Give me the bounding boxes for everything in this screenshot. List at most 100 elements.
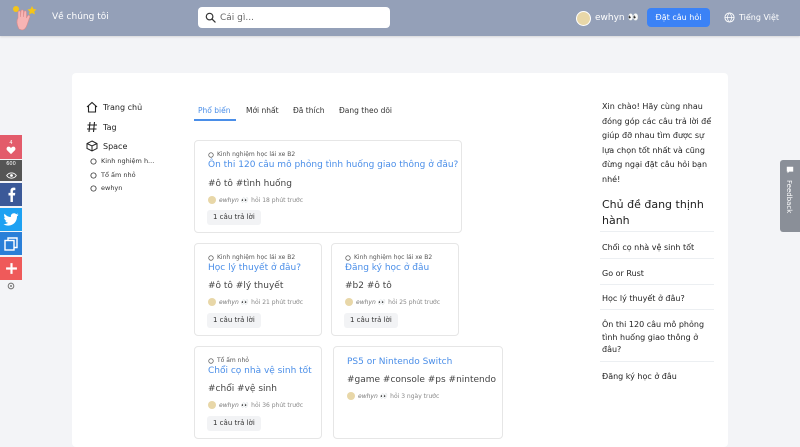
chat-icon xyxy=(786,166,794,174)
nav-space-item-label: Kinh nghiệm h... xyxy=(101,157,155,165)
answer-count-button[interactable]: 1 câu trả lời xyxy=(207,416,261,431)
nav-space-item[interactable]: Kinh nghiệm h... xyxy=(90,157,154,165)
avatar xyxy=(576,10,591,26)
divider xyxy=(600,231,714,232)
question-tags[interactable]: #game #console #ps #nintendo xyxy=(347,375,496,385)
top-header: Về chúng tôi ewhyn 👀 Đặt câu hỏi Tiếng V… xyxy=(0,0,800,36)
question-space[interactable]: Kinh nghiệm học lái xe B2 xyxy=(208,254,295,261)
trending-topic-link[interactable]: Ôn thi 120 câu mô phỏng tình huống giao … xyxy=(602,319,714,357)
eye-icon xyxy=(5,171,17,179)
heart-icon xyxy=(6,146,16,154)
question-time: hỏi 21 phút trước xyxy=(251,298,303,306)
trending-topic-link[interactable]: Đăng ký học ở đâu xyxy=(602,371,714,384)
question-space-label: Tổ ấm nhỏ xyxy=(217,357,249,364)
avatar xyxy=(208,196,216,204)
question-title[interactable]: Chổi cọ nhà vệ sinh tốt xyxy=(208,366,312,376)
logo-hand-icon[interactable] xyxy=(10,3,40,33)
question-card[interactable]: Kinh nghiệm học lái xe B2 Ôn thi 120 câu… xyxy=(194,140,462,233)
feedback-label: Feedback xyxy=(785,180,793,214)
question-meta: ewhyn 👀 hỏi 25 phút trước xyxy=(345,298,440,306)
language-label: Tiếng Việt xyxy=(739,13,780,22)
question-space[interactable]: Tổ ấm nhỏ xyxy=(208,357,249,364)
tab-popular[interactable]: Phổ biến xyxy=(198,106,230,115)
question-tags[interactable]: #ô tô #lý thuyết xyxy=(208,281,283,291)
view-count: 600 xyxy=(0,160,22,169)
question-space-label: Kinh nghiệm học lái xe B2 xyxy=(217,151,296,158)
question-tags[interactable]: #ô tô #tình huống xyxy=(208,179,292,189)
question-meta: ewhyn 👀 hỏi 21 phút trước xyxy=(208,298,303,306)
divider xyxy=(600,361,714,362)
eye-badge xyxy=(0,169,22,181)
answer-count-button[interactable]: 1 câu trả lời xyxy=(207,313,261,328)
question-time: hỏi 18 phút trước xyxy=(251,196,303,204)
active-tab-indicator xyxy=(194,119,236,121)
question-time: hỏi 25 phút trước xyxy=(388,298,440,306)
question-title[interactable]: PS5 or Nintendo Switch xyxy=(347,357,452,367)
tab-liked[interactable]: Đã thích xyxy=(293,106,324,115)
question-card[interactable]: Kinh nghiệm học lái xe B2 Đăng ký học ở … xyxy=(331,243,459,336)
question-meta: ewhyn 👀 hỏi 3 ngày trước xyxy=(347,392,439,400)
author-name[interactable]: ewhyn 👀 xyxy=(358,393,387,400)
facebook-share-button[interactable] xyxy=(0,183,22,206)
author-name[interactable]: ewhyn 👀 xyxy=(219,299,248,306)
twitter-share-button[interactable] xyxy=(0,208,22,231)
question-time: hỏi 3 ngày trước xyxy=(390,392,440,400)
feedback-tab[interactable]: Feedback xyxy=(780,160,800,232)
welcome-message: Xin chào! Hãy cùng nhau đóng góp các câu… xyxy=(602,102,712,184)
trending-topics-title: Chủ đề đang thịnh hành xyxy=(602,198,704,227)
answer-count-button[interactable]: 1 câu trả lời xyxy=(344,313,398,328)
question-tags[interactable]: #chổi #vệ sinh xyxy=(208,384,277,394)
divider xyxy=(600,284,714,285)
like-button[interactable]: 4 xyxy=(0,135,22,159)
space-icon xyxy=(208,254,214,261)
nav-tag[interactable]: Tag xyxy=(86,121,117,133)
question-card[interactable]: Tổ ấm nhỏ Chổi cọ nhà vệ sinh tốt #chổi … xyxy=(194,346,322,439)
question-tags[interactable]: #b2 #ô tô xyxy=(345,281,392,291)
tab-newest[interactable]: Mới nhất xyxy=(246,106,279,115)
trending-topic-link[interactable]: Go or Rust xyxy=(602,268,714,281)
facebook-icon xyxy=(8,187,15,202)
nav-home-label: Trang chủ xyxy=(103,102,143,112)
space-icon xyxy=(345,254,351,261)
space-icon xyxy=(90,157,97,165)
share-settings-button[interactable] xyxy=(0,281,22,291)
answer-count-button[interactable]: 1 câu trả lời xyxy=(207,210,261,225)
author-name[interactable]: ewhyn 👀 xyxy=(356,299,385,306)
search-box[interactable] xyxy=(198,7,390,28)
trending-topic-link[interactable]: Chổi cọ nhà vệ sinh tốt xyxy=(602,242,714,255)
copy-link-button[interactable] xyxy=(0,232,22,255)
nav-space[interactable]: Space xyxy=(86,140,127,152)
trending-topic-link[interactable]: Học lý thuyết ở đâu? xyxy=(602,293,714,306)
author-name[interactable]: ewhyn 👀 xyxy=(219,402,248,409)
about-us-link[interactable]: Về chúng tôi xyxy=(52,12,109,22)
nav-space-label: Space xyxy=(103,141,128,151)
language-switcher[interactable]: Tiếng Việt xyxy=(724,12,779,23)
space-icon xyxy=(90,171,97,179)
space-icon xyxy=(208,151,214,158)
nav-space-item[interactable]: ewhyn xyxy=(90,184,122,192)
more-share-button[interactable] xyxy=(0,257,22,280)
question-space[interactable]: Kinh nghiệm học lái xe B2 xyxy=(208,151,295,158)
nav-home[interactable]: Trang chủ xyxy=(86,101,142,113)
search-input[interactable] xyxy=(220,10,380,25)
question-title[interactable]: Ôn thi 120 câu mô phỏng tình huống giao … xyxy=(208,160,458,170)
question-time: hỏi 36 phút trước xyxy=(251,401,303,409)
nav-space-item[interactable]: Tổ ấm nhỏ xyxy=(90,171,136,179)
question-card[interactable]: Kinh nghiệm học lái xe B2 Học lý thuyết … xyxy=(194,243,322,336)
question-meta: ewhyn 👀 hỏi 36 phút trước xyxy=(208,401,303,409)
hashtag-icon xyxy=(87,121,97,133)
ask-question-button[interactable]: Đặt câu hỏi xyxy=(647,8,710,27)
question-space-label: Kinh nghiệm học lái xe B2 xyxy=(354,254,433,261)
question-card[interactable]: PS5 or Nintendo Switch #game #console #p… xyxy=(333,346,503,439)
question-space[interactable]: Kinh nghiệm học lái xe B2 xyxy=(345,254,432,261)
space-icon xyxy=(90,184,97,192)
question-title[interactable]: Đăng ký học ở đâu xyxy=(345,263,429,273)
tab-following[interactable]: Đang theo dõi xyxy=(339,106,392,115)
user-menu[interactable]: ewhyn 👀 xyxy=(576,10,639,26)
question-space-label: Kinh nghiệm học lái xe B2 xyxy=(217,254,296,261)
space-icon xyxy=(208,357,214,364)
question-title[interactable]: Học lý thuyết ở đâu? xyxy=(208,263,301,273)
nav-tag-label: Tag xyxy=(103,122,117,132)
author-name[interactable]: ewhyn 👀 xyxy=(219,197,248,204)
question-meta: ewhyn 👀 hỏi 18 phút trước xyxy=(208,196,303,204)
